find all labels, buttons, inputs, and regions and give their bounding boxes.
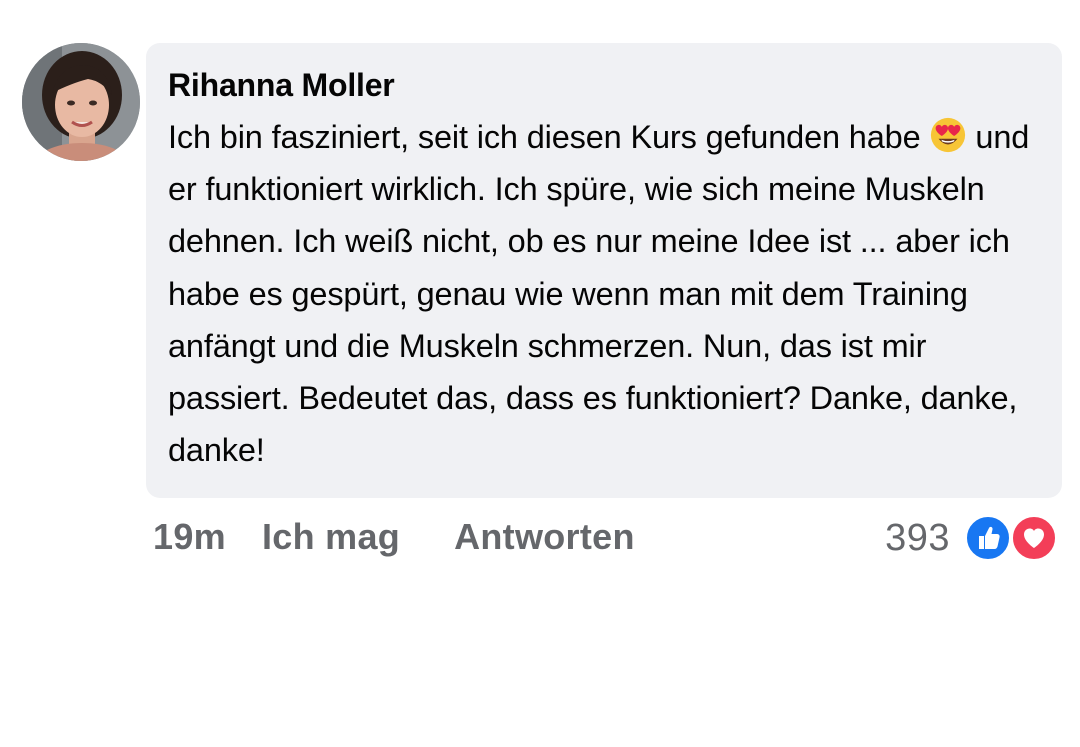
comment-bubble: Rihanna Moller Ich bin fasziniert, seit … xyxy=(146,43,1062,498)
comment-text: Ich bin fasziniert, seit ich diesen Kurs… xyxy=(168,111,1042,476)
reaction-count: 393 xyxy=(885,516,950,559)
heart-eyes-emoji-icon xyxy=(929,116,967,154)
comment-text-part-2: und er funktioniert wirklich. Ich spüre,… xyxy=(168,119,1030,469)
reaction-icons xyxy=(964,512,1060,564)
comment-text-part-1: Ich bin fasziniert, seit ich diesen Kurs… xyxy=(168,119,921,155)
love-icon xyxy=(1010,514,1058,562)
like-button[interactable]: Ich mag xyxy=(262,516,400,558)
comment-timestamp[interactable]: 19m xyxy=(153,516,226,558)
comment-actions: 19m Ich mag Antworten xyxy=(153,514,635,560)
avatar[interactable] xyxy=(22,43,140,161)
reactions-summary[interactable]: 393 xyxy=(885,512,1060,564)
like-icon xyxy=(964,514,1012,562)
comment-author[interactable]: Rihanna Moller xyxy=(168,65,1042,105)
reply-button[interactable]: Antworten xyxy=(454,516,635,558)
avatar-image xyxy=(22,43,140,161)
